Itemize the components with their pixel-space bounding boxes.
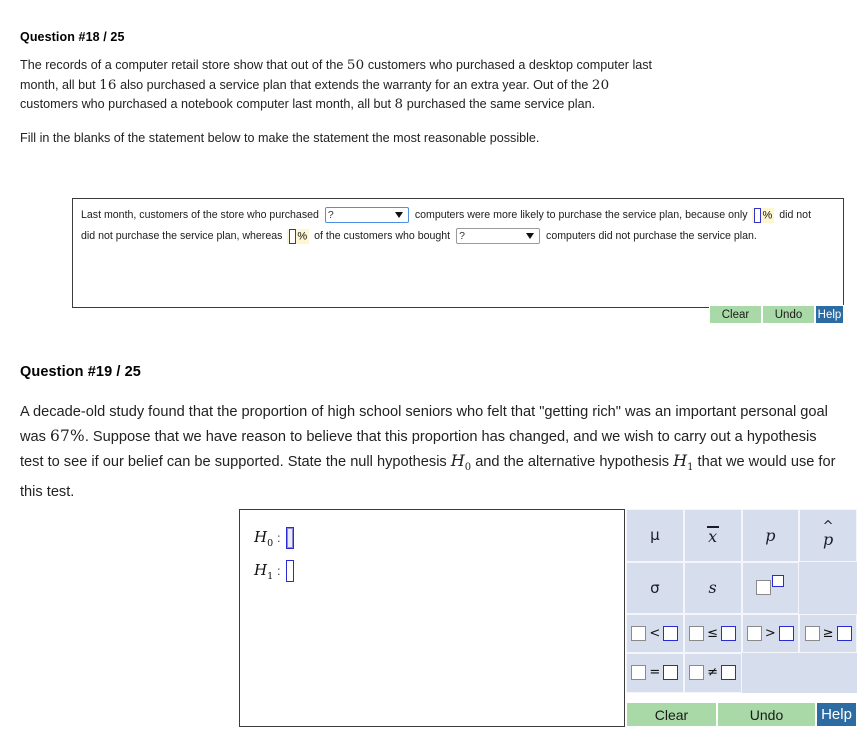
- percent-input-group-2[interactable]: %: [287, 228, 310, 244]
- percent-input-2[interactable]: [289, 228, 297, 244]
- q18-help-button[interactable]: Help: [815, 305, 844, 324]
- percent-input-1[interactable]: [754, 207, 762, 223]
- q19-symbol-h0: H0: [450, 451, 472, 474]
- keypad-key-less-than-or-equal[interactable]: ≤: [683, 614, 742, 653]
- mu-icon: μ: [650, 526, 660, 544]
- keypad-row-1: σ s: [626, 562, 857, 614]
- keypad-key-power[interactable]: [741, 562, 800, 614]
- computer-type-select-2[interactable]: ?: [456, 228, 541, 244]
- question-18-block: Question #18 / 25 The records of a compu…: [20, 30, 660, 148]
- keypad-key-less-than[interactable]: <: [626, 614, 684, 653]
- fill-in-line-1: Last month, customers of the store who p…: [81, 207, 811, 223]
- fill-text-1: Last month, customers of the store who p…: [81, 209, 319, 221]
- keypad-key-greater-than-or-equal[interactable]: ≥: [799, 614, 857, 653]
- question-18-heading: Question #18 / 25: [20, 30, 125, 44]
- hypothesis-input-alternative[interactable]: [286, 560, 295, 582]
- q19-symbol-h1: H1: [673, 451, 694, 474]
- computer-type-select-2-wrap[interactable]: ?: [453, 228, 543, 244]
- p-icon: p: [765, 525, 776, 545]
- q18-number-16: 16: [99, 77, 117, 93]
- q18-text-3: also purchased a service plan that exten…: [120, 77, 589, 92]
- hypothesis-label-null: H0: [254, 527, 274, 549]
- question-19-heading: Question #19 / 25: [20, 364, 141, 380]
- keypad-key-equals[interactable]: =: [626, 653, 684, 693]
- not-equal-icon: ≠: [689, 664, 737, 682]
- keypad-key-mu[interactable]: μ: [626, 509, 684, 562]
- hypothesis-label-alternative: H1: [254, 560, 274, 582]
- q19-undo-button[interactable]: Undo: [717, 702, 816, 727]
- hypothesis-row-alternative: H1 :: [254, 560, 295, 582]
- question-18-button-bar: Clear Undo Help: [709, 305, 844, 324]
- q19-help-button[interactable]: Help: [816, 702, 857, 727]
- keypad-key-greater-than[interactable]: >: [741, 614, 800, 653]
- equals-icon: =: [631, 664, 679, 682]
- question-19-button-bar: Clear Undo Help: [626, 702, 857, 727]
- question-18-answer-box[interactable]: Last month, customers of the store who p…: [72, 198, 844, 308]
- fill-text-did-not: did not: [779, 209, 812, 221]
- q19-number-67pct: 67%: [50, 427, 85, 445]
- keypad-key-empty: [799, 562, 857, 614]
- hypothesis-input-null[interactable]: [286, 527, 295, 549]
- less-than-icon: <: [631, 625, 679, 643]
- keypad-key-p[interactable]: p: [741, 509, 800, 562]
- fill-text-5: computers did not purchase the service p…: [546, 230, 757, 242]
- fill-text-4: of the customers who bought: [314, 230, 451, 242]
- keypad-key-s[interactable]: s: [683, 562, 742, 614]
- q18-text-4: customers who purchased a notebook compu…: [20, 97, 392, 111]
- q19-text-3: and the alternative hypothesis: [475, 454, 670, 470]
- percent-input-group-1[interactable]: %: [752, 207, 775, 223]
- less-than-or-equal-icon: ≤: [689, 625, 737, 643]
- q18-undo-button[interactable]: Undo: [762, 305, 815, 324]
- greater-than-or-equal-icon: ≥: [804, 625, 852, 643]
- hypothesis-colon-null: :: [277, 531, 281, 545]
- p-hat-icon: ^ p: [822, 519, 834, 549]
- question-19-body: A decade-old study found that the propor…: [20, 400, 840, 504]
- keypad-row-0: μ x p ^ p: [626, 509, 857, 562]
- keypad-key-p-hat[interactable]: ^ p: [799, 509, 857, 562]
- q18-number-8: 8: [394, 97, 404, 112]
- keypad-row-2: < ≤ > ≥: [626, 614, 857, 653]
- keypad-key-sigma[interactable]: σ: [626, 562, 684, 614]
- computer-type-select-1[interactable]: ?: [324, 207, 409, 223]
- q18-number-50: 50: [346, 58, 365, 73]
- keypad-key-x-bar[interactable]: x: [683, 509, 742, 562]
- fill-text-2: computers were more likely to purchase t…: [414, 209, 748, 221]
- percent-sign-1: %: [762, 209, 773, 221]
- fill-text-3: did not purchase the service plan, where…: [81, 230, 283, 242]
- q18-clear-button[interactable]: Clear: [709, 305, 762, 324]
- keypad-key-not-equal[interactable]: ≠: [683, 653, 742, 693]
- question-18-instruction: Fill in the blanks of the statement belo…: [20, 130, 540, 145]
- question-18-body: The records of a computer retail store s…: [20, 56, 660, 115]
- keypad-key-empty: [741, 653, 800, 693]
- hypothesis-colon-alternative: :: [277, 564, 281, 578]
- x-bar-icon: x: [706, 526, 719, 546]
- greater-than-icon: >: [746, 625, 794, 643]
- question-19-block: Question #19 / 25 A decade-old study fou…: [20, 364, 840, 504]
- q18-text-1: The records of a computer retail store s…: [20, 58, 344, 72]
- exercise-page: Question #18 / 25 The records of a compu…: [0, 0, 857, 736]
- q18-text-5: purchased the same service plan.: [406, 97, 596, 111]
- q18-number-20: 20: [591, 77, 610, 93]
- percent-sign-2: %: [297, 230, 308, 242]
- keypad-key-empty: [799, 653, 857, 693]
- keypad-row-3: = ≠: [626, 653, 857, 693]
- box-power-box-icon: [756, 574, 785, 597]
- computer-type-select-1-wrap[interactable]: ?: [322, 207, 412, 223]
- q19-clear-button[interactable]: Clear: [626, 702, 717, 727]
- sigma-icon: σ: [650, 578, 660, 597]
- question-19-answer-box[interactable]: H0 : H1 :: [239, 509, 625, 727]
- hypothesis-row-null: H0 :: [254, 527, 295, 549]
- fill-in-line-2: did not purchase the service plan, where…: [81, 228, 757, 244]
- math-symbol-keypad: μ x p ^ p σ s < ≤ > ≥ = ≠: [626, 509, 857, 727]
- s-icon: s: [708, 578, 717, 597]
